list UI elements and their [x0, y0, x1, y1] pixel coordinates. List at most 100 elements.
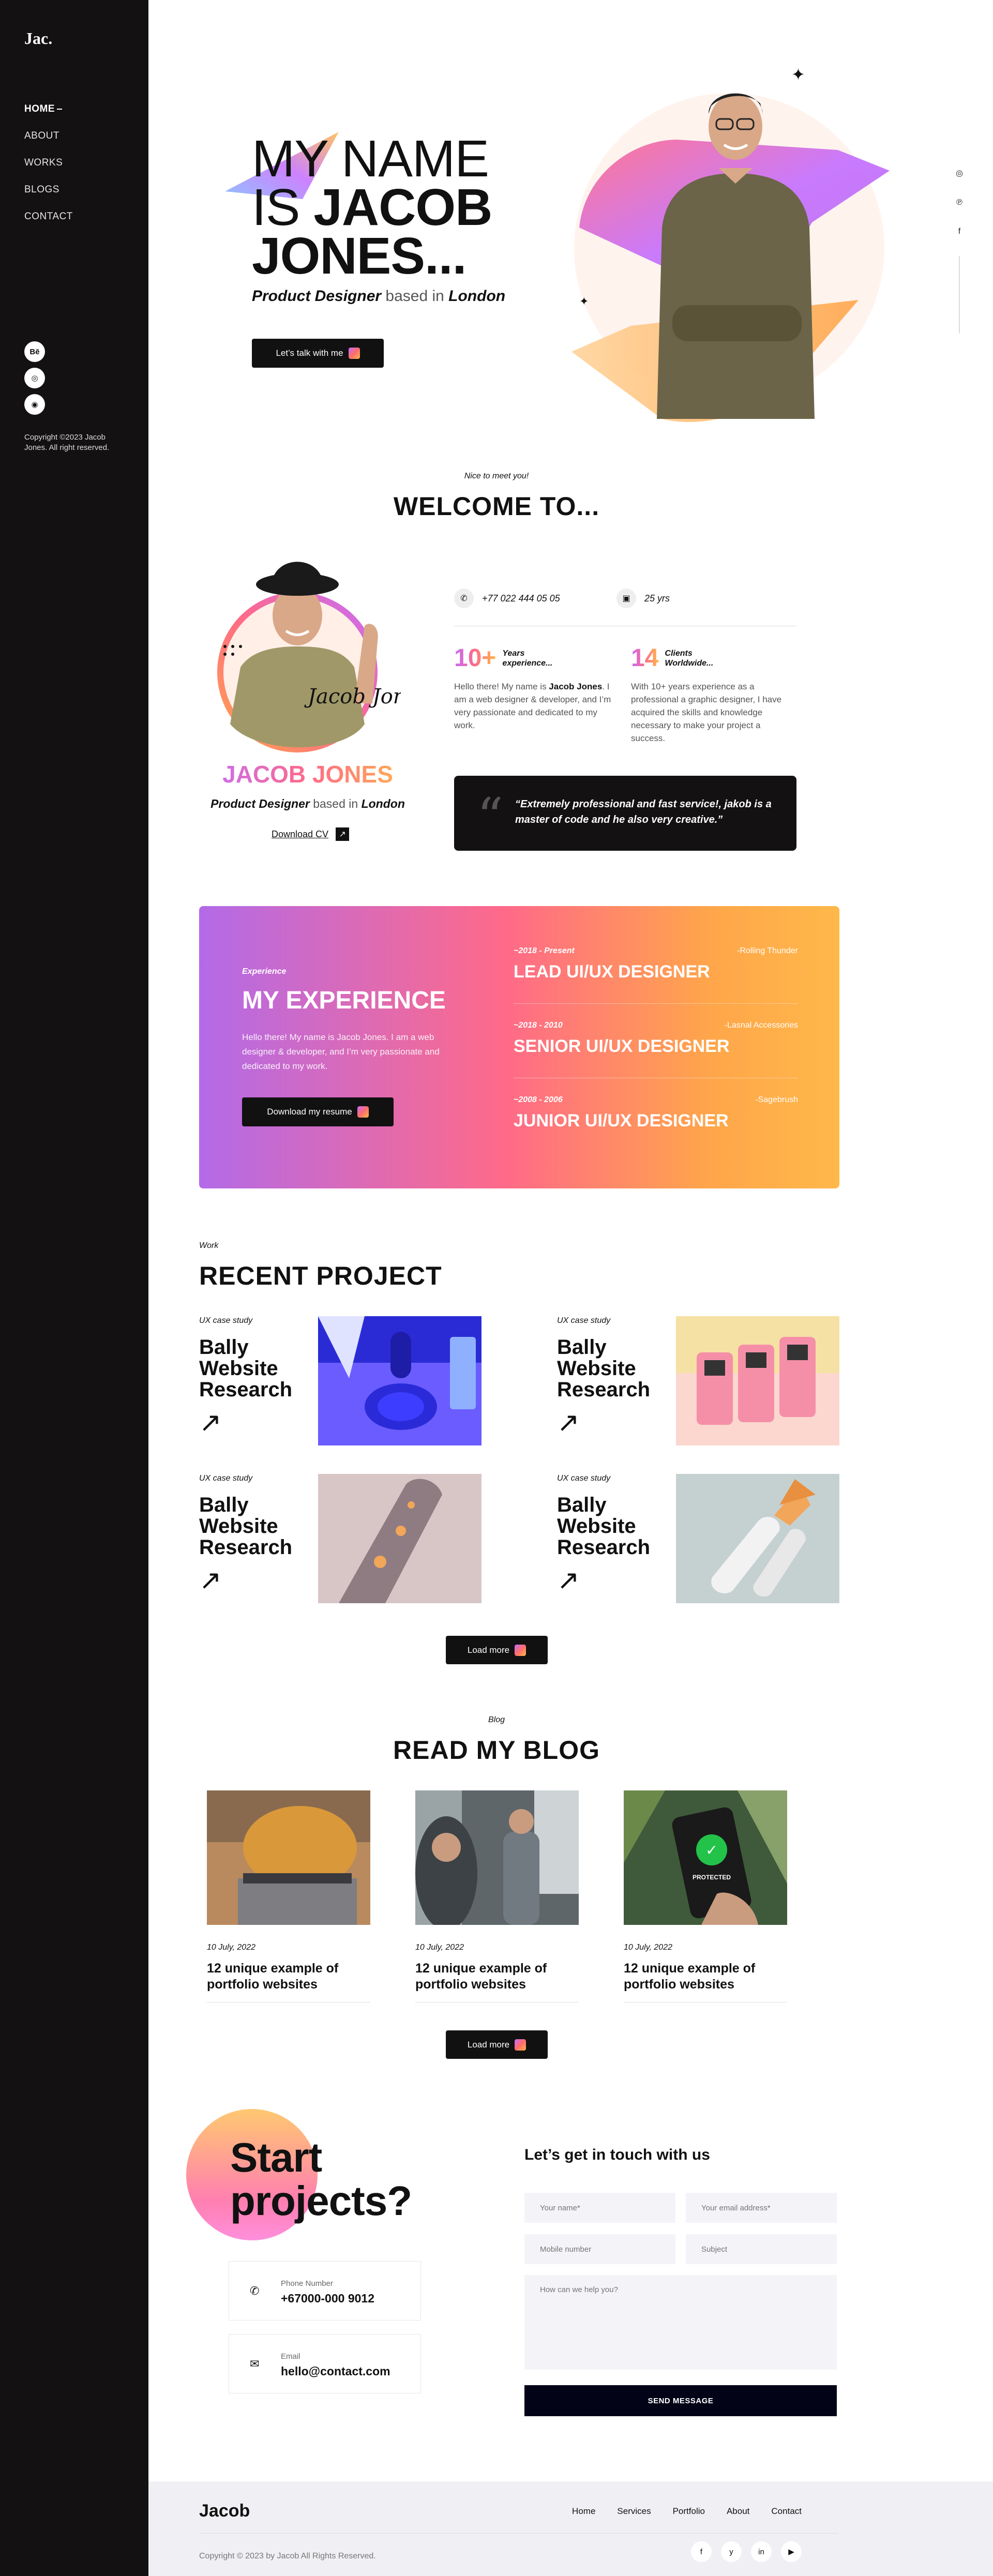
stat-years: 10+ Years experience...: [454, 644, 552, 672]
behance-icon[interactable]: Bē: [24, 341, 45, 362]
footer-logo[interactable]: Jacob: [199, 2501, 250, 2521]
instagram-icon[interactable]: ◎: [952, 168, 967, 178]
id-card-icon: ▣: [616, 589, 636, 608]
subject-field[interactable]: [686, 2234, 837, 2264]
arrow-up-right-icon[interactable]: ↗: [199, 1409, 222, 1436]
blog-title-text[interactable]: 12 unique example of portfolio websites: [207, 1961, 370, 1993]
footer-link-about[interactable]: About: [727, 2506, 749, 2517]
download-cv-link[interactable]: Download CV ↗: [272, 827, 350, 841]
nav-works[interactable]: WORKS: [24, 157, 73, 169]
email-card-label: Email: [281, 2352, 300, 2361]
phone-card-label: Phone Number: [281, 2279, 333, 2288]
project-card[interactable]: UX case study Bally Website Research ↗: [199, 1316, 489, 1445]
sidebar-socials: Bē ◎ ◉: [24, 341, 45, 420]
footer-copyright: Copyright © 2023 by Jacob All Rights Res…: [199, 2552, 376, 2560]
talk-button[interactable]: Let’s talk with me: [252, 339, 384, 368]
footer-link-home[interactable]: Home: [572, 2506, 595, 2517]
nav-contact[interactable]: CONTACT: [24, 211, 73, 222]
project-image: [318, 1316, 482, 1445]
right-social-rail: ◎ ℗ f: [952, 168, 967, 334]
load-more-projects-button[interactable]: Load more: [446, 1636, 548, 1664]
start-heading-line2: projects?: [230, 2178, 412, 2224]
blog-post[interactable]: 10 July, 2022 12 unique example of portf…: [415, 1790, 579, 2002]
project-image: [676, 1316, 839, 1445]
youtube-icon[interactable]: ▶: [781, 2541, 802, 2562]
download-resume-button[interactable]: Download my resume: [242, 1097, 394, 1126]
linkedin-icon[interactable]: in: [751, 2541, 772, 2562]
sidebar-copyright: Copyright ©2023 Jacob Jones. All right r…: [24, 433, 110, 452]
experience-description: Hello there! My name is Jacob Jones. I a…: [242, 1032, 440, 1071]
profile-role: Product Designer: [210, 797, 310, 810]
experience-section: Experience MY EXPERIENCE Hello there! My…: [199, 906, 839, 1188]
quote-text: “Extremely professional and fast service…: [515, 799, 772, 825]
blog-post[interactable]: ✓ PROTECTED 10 July, 2022 12 unique examp…: [624, 1790, 787, 2002]
project-name: Bally Website Research: [199, 1336, 293, 1401]
footer-divider: [199, 2533, 838, 2534]
role-years: ~2008 - 2006: [514, 1095, 563, 1104]
project-card[interactable]: UX case study Bally Website Research ↗: [199, 1474, 489, 1603]
name-field[interactable]: [524, 2193, 675, 2223]
start-heading-line1: Start: [230, 2134, 322, 2180]
footer-link-contact[interactable]: Contact: [771, 2506, 802, 2517]
download-cv-label: Download CV: [272, 828, 329, 839]
pinterest-icon[interactable]: ℗: [952, 198, 967, 207]
blog-title-text[interactable]: 12 unique example of portfolio websites: [415, 1961, 579, 1993]
work-tag: Work: [199, 1241, 219, 1250]
instagram-icon[interactable]: ◉: [24, 394, 45, 415]
download-resume-label: Download my resume: [267, 1107, 352, 1117]
svg-text:✦: ✦: [579, 295, 589, 308]
blog-image: ✓ PROTECTED: [624, 1790, 787, 1925]
role-title: SENIOR UI/UX DESIGNER: [514, 1036, 730, 1056]
project-card[interactable]: UX case study Bally Website Research ↗: [557, 1474, 847, 1603]
email-field[interactable]: [686, 2193, 837, 2223]
profile-city: London: [361, 797, 405, 810]
profile-subtitle: Product Designer based in London: [199, 797, 416, 811]
role-divider: [514, 1003, 798, 1004]
load-more-blog-button[interactable]: Load more: [446, 2030, 548, 2059]
phone-card-value[interactable]: +67000-000 9012: [281, 2292, 374, 2306]
role-years: ~2018 - 2010: [514, 1021, 563, 1030]
load-more-label: Load more: [467, 2039, 510, 2050]
send-message-button[interactable]: SEND MESSAGE: [524, 2385, 837, 2416]
project-card[interactable]: UX case study Bally Website Research ↗: [557, 1316, 847, 1445]
arrow-up-right-icon[interactable]: ↗: [557, 1409, 580, 1436]
rail-divider: [959, 256, 960, 334]
nav-blogs[interactable]: BLOGS: [24, 184, 73, 195]
email-card-value[interactable]: hello@contact.com: [281, 2364, 390, 2378]
profile-based: based in: [309, 797, 362, 810]
project-type: UX case study: [557, 1474, 611, 1483]
facebook-icon[interactable]: f: [691, 2541, 712, 2562]
mobile-field[interactable]: [524, 2234, 675, 2264]
role-years: ~2018 - Present: [514, 946, 575, 955]
hero-title-line1: MY NAME: [252, 130, 489, 188]
footer-link-services[interactable]: Services: [617, 2506, 651, 2517]
dribbble-icon[interactable]: ◎: [24, 368, 45, 388]
footer-link-portfolio[interactable]: Portfolio: [673, 2506, 705, 2517]
phone-icon: ✆: [454, 589, 474, 608]
arrow-up-right-icon[interactable]: ↗: [199, 1567, 222, 1594]
protected-label: PROTECTED: [693, 1874, 731, 1881]
nav-home[interactable]: HOME: [24, 103, 73, 115]
blog-title-text[interactable]: 12 unique example of portfolio websites: [624, 1961, 787, 1993]
site-logo[interactable]: Jac.: [24, 29, 52, 48]
facebook-icon[interactable]: f: [952, 227, 967, 236]
stat-clients-label2: Worldwide...: [665, 658, 714, 668]
arrow-up-right-icon[interactable]: ↗: [557, 1567, 580, 1594]
message-field[interactable]: [524, 2275, 837, 2370]
stat-years-number: 10+: [454, 644, 496, 672]
nav-about[interactable]: ABOUT: [24, 130, 73, 142]
stat-clients-label: Clients Worldwide...: [665, 649, 713, 668]
stat-years-label1: Years: [502, 649, 525, 658]
hero-title-last: JONES...: [252, 227, 467, 285]
sparkle-icon: [515, 2039, 526, 2051]
sparkle-icon: [348, 348, 360, 359]
twitter-icon[interactable]: y: [721, 2541, 742, 2562]
blog-post[interactable]: 10 July, 2022 12 unique example of portf…: [207, 1790, 370, 2002]
hero-portrait: ✦ ✦: [571, 65, 890, 422]
blog-tag: Blog: [488, 1715, 505, 1724]
project-type: UX case study: [199, 1316, 253, 1325]
role-company: -Rolling Thunder: [737, 946, 798, 955]
stat-years-text: Hello there! My name is Jacob Jones. I a…: [454, 680, 614, 732]
footer: Jacob Home Services Portfolio About Cont…: [148, 2481, 993, 2576]
svg-text:✦: ✦: [791, 65, 805, 84]
